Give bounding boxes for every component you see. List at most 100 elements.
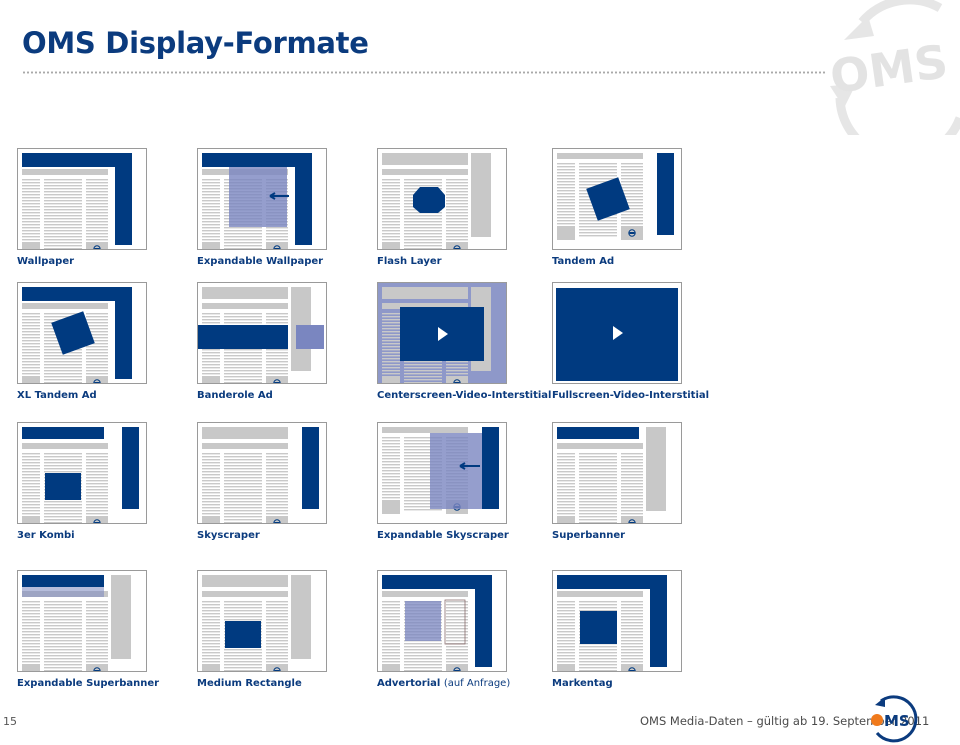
tandem-rotated-ad (51, 311, 95, 355)
wireframe-illustration (22, 153, 132, 249)
page-header-bar (382, 169, 468, 175)
expanded-banner-area (22, 587, 104, 597)
wireframe-illustration (557, 153, 674, 240)
page-header-bar (557, 443, 643, 449)
format-card-advertorial: Advertorial (auf Anfrage) (377, 570, 557, 700)
header-slot (382, 153, 468, 165)
format-label-text: Skyscraper (197, 530, 260, 541)
page-header-bar (22, 443, 108, 449)
format-label-text: Wallpaper (17, 256, 75, 267)
page-image-block (557, 664, 575, 671)
format-label-text: 3er Kombi (17, 530, 75, 541)
format-wireframe (17, 422, 147, 524)
banderole-side-ad (296, 325, 324, 349)
format-card-expandable-skyscraper: Expandable Skyscraper (377, 422, 557, 552)
format-card-xl-tandem-ad: XL Tandem Ad (17, 282, 197, 412)
wireframe-illustration (557, 427, 666, 523)
oms-watermark-logo-icon: OMS (827, 0, 960, 135)
page-header-bar (202, 443, 288, 449)
format-label: Markentag (552, 678, 613, 689)
wireframe-illustration (202, 153, 312, 249)
format-label: 3er Kombi (17, 530, 75, 541)
wireframe-illustration (22, 575, 131, 671)
skyscraper-ad (302, 427, 319, 509)
page-header-bar (202, 303, 288, 309)
format-label-text: Fullscreen-Video-Interstitial (552, 390, 710, 401)
page-image-block (557, 516, 575, 523)
superbanner-ad (22, 427, 104, 439)
page-header-bar (557, 591, 643, 597)
superbanner-ad (22, 575, 104, 587)
format-card-markentag: Markentag (552, 570, 732, 700)
page-image-block (202, 242, 220, 249)
wireframe-illustration (382, 427, 499, 514)
format-label: Advertorial (auf Anfrage) (377, 678, 510, 689)
page-image-block (382, 500, 400, 514)
wireframe-illustration (22, 287, 132, 383)
medium-rectangle-ad (225, 621, 261, 648)
page-image-block (557, 226, 575, 240)
page-image-block (202, 516, 220, 523)
format-label: XL Tandem Ad (17, 390, 97, 401)
medium-rectangle-ad (45, 473, 81, 500)
superbanner-ad (557, 427, 639, 439)
format-label-text: Superbanner (552, 530, 626, 541)
format-label: Medium Rectangle (197, 678, 302, 689)
format-card-fullscreen-video-interstitial: Fullscreen-Video-Interstitial (552, 282, 732, 412)
format-label: Tandem Ad (552, 256, 614, 267)
skyscraper-slot (291, 575, 311, 659)
page-image-block (22, 376, 40, 383)
page-header-bar (22, 169, 108, 175)
format-label-text: Flash Layer (377, 256, 442, 267)
skyscraper-slot (471, 153, 491, 237)
format-wireframe (197, 282, 327, 384)
format-wireframe (197, 570, 327, 672)
format-label: Expandable Skyscraper (377, 530, 509, 541)
format-label: Banderole Ad (197, 390, 273, 401)
format-card-medium-rectangle: Medium Rectangle (197, 570, 377, 700)
format-wireframe (552, 422, 682, 524)
format-card-expandable-superbanner: Expandable Superbanner (17, 570, 197, 700)
page-header-bar (557, 153, 643, 159)
format-label: Skyscraper (197, 530, 260, 541)
format-label-text: Expandable Superbanner (17, 678, 160, 689)
svg-text:OMS: OMS (827, 34, 951, 104)
page-image-block (202, 376, 220, 383)
format-wireframe (197, 148, 327, 250)
format-label: Fullscreen-Video-Interstitial (552, 390, 709, 401)
dotted-divider (22, 71, 825, 74)
skyscraper-slot (111, 575, 131, 659)
page-image-block (382, 242, 400, 249)
format-label-text: Centerscreen-Video-Interstitial (377, 390, 552, 401)
format-label-text: Markentag (552, 678, 613, 689)
format-label: Expandable Superbanner (17, 678, 159, 689)
page-header-bar (22, 303, 108, 309)
header-slot (202, 575, 288, 587)
format-wireframe (17, 570, 147, 672)
page-header-bar (382, 427, 468, 433)
brand-day-ad (580, 611, 617, 644)
page-image-block (22, 664, 40, 671)
format-label-text: Medium Rectangle (197, 678, 302, 689)
page-header-bar (202, 591, 288, 597)
format-wireframe (552, 570, 682, 672)
svg-text:MS: MS (884, 712, 910, 730)
wireframe-illustration (198, 287, 324, 383)
page-image-block (382, 376, 400, 383)
page-number: 15 (3, 715, 17, 728)
format-card-expandable-wallpaper: Expandable Wallpaper (197, 148, 377, 278)
format-wireframe (197, 422, 327, 524)
format-label: Flash Layer (377, 256, 442, 267)
page-header-bar (382, 591, 468, 597)
page-image-block (22, 516, 40, 523)
header-slot (382, 287, 468, 299)
page-title: OMS Display-Formate (22, 26, 369, 60)
oms-logo-icon: MS (871, 695, 918, 743)
format-wireframe (377, 282, 507, 384)
format-label-text: XL Tandem Ad (17, 390, 97, 401)
wireframe-illustration (202, 575, 311, 671)
format-label-text: Banderole Ad (197, 390, 273, 401)
skyscraper-ad (122, 427, 139, 509)
format-card-tandem-ad: Tandem Ad (552, 148, 732, 278)
format-card-centerscreen-video-interstitial: Centerscreen-Video-Interstitial (377, 282, 557, 412)
